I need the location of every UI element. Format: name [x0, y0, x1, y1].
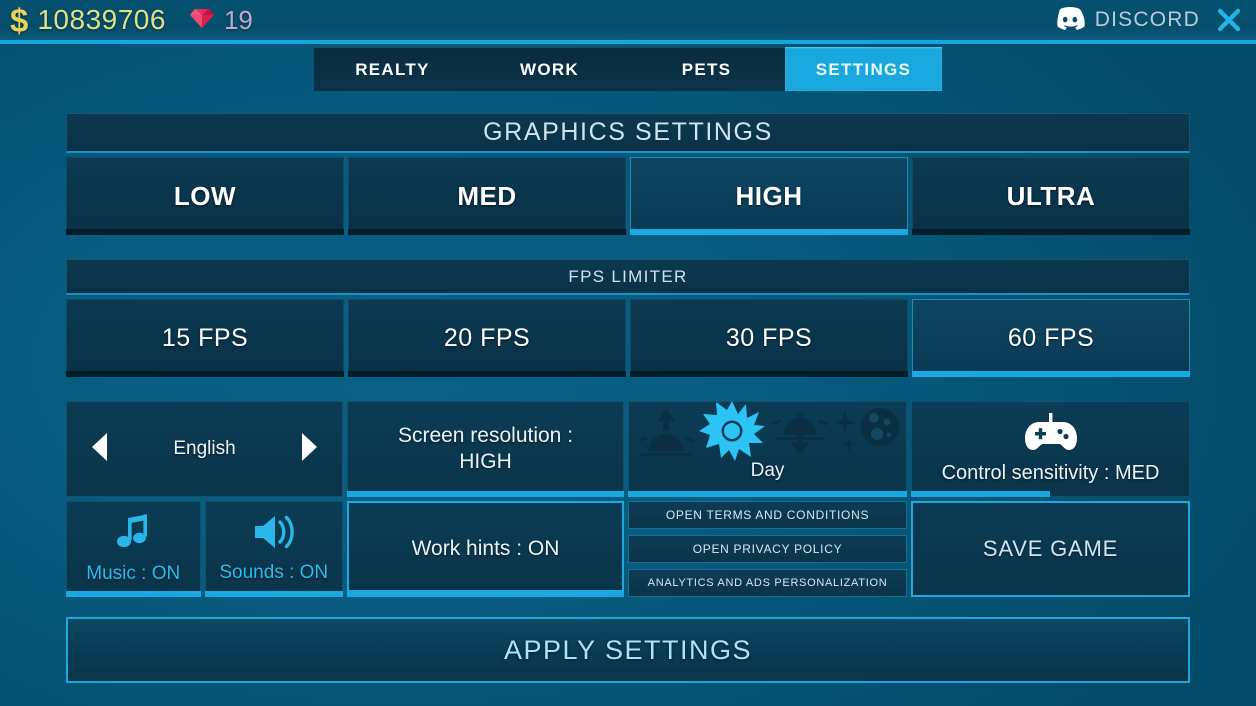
settings-row-bottom: Music : ON Sounds : ON Work hints : ON O…	[66, 501, 1190, 597]
music-note-icon	[114, 513, 152, 556]
close-button[interactable]	[1210, 3, 1248, 37]
fps-limiter-row: 15 FPS 20 FPS 30 FPS 60 FPS	[66, 299, 1190, 377]
top-bar: $ 10839706 19 DISCORD	[0, 0, 1256, 40]
graphics-option-low-label: LOW	[173, 180, 237, 211]
sunrise-icon[interactable]	[635, 405, 697, 462]
apply-settings-button[interactable]: APPLY SETTINGS	[66, 617, 1190, 683]
settings-row-middle: English Screen resolution : HIGH Day Con…	[66, 400, 1190, 497]
music-toggle[interactable]: Music : ON	[66, 501, 201, 597]
fps-option-15[interactable]: 15 FPS	[66, 299, 344, 377]
graphics-option-high-label: HIGH	[735, 180, 803, 211]
graphics-option-med-label: MED	[457, 180, 517, 211]
legal-links-group: OPEN TERMS AND CONDITIONS OPEN PRIVACY P…	[628, 501, 907, 597]
tab-bar: REALTY WORK PETS SETTINGS	[314, 47, 942, 91]
game-settings-screen: $ 10839706 19 DISCORD REALTY WORK PETS S…	[0, 0, 1256, 706]
music-underbar	[66, 591, 201, 597]
tab-settings[interactable]: SETTINGS	[785, 47, 942, 91]
cash-amount: 10839706	[37, 4, 166, 35]
discord-label: DISCORD	[1094, 8, 1200, 31]
daytime-label: Day	[750, 460, 785, 481]
fps-option-30-label: 30 FPS	[725, 323, 813, 352]
moon-night-icon[interactable]	[833, 405, 901, 462]
fps-option-60-label: 60 FPS	[1007, 323, 1095, 352]
screen-resolution-underbar	[347, 491, 624, 497]
daytime-underbar	[628, 491, 907, 497]
graphics-option-med[interactable]: MED	[348, 157, 626, 235]
graphics-option-ultra[interactable]: ULTRA	[912, 157, 1190, 235]
music-toggle-label: Music : ON	[86, 563, 181, 584]
discord-icon	[1053, 5, 1087, 36]
work-hints-toggle[interactable]: Work hints : ON	[347, 501, 625, 597]
sounds-underbar	[204, 591, 344, 597]
sunset-icon[interactable]	[767, 405, 831, 462]
screen-resolution-text: Screen resolution : HIGH	[398, 423, 573, 474]
graphics-option-low[interactable]: LOW	[66, 157, 344, 235]
tab-work[interactable]: WORK	[471, 47, 628, 91]
arrow-right-icon[interactable]	[298, 431, 320, 468]
dollar-icon: $	[10, 1, 29, 39]
graphics-option-ultra-label: ULTRA	[1006, 180, 1096, 211]
fps-option-20[interactable]: 20 FPS	[348, 299, 626, 377]
fps-option-60[interactable]: 60 FPS	[912, 299, 1190, 377]
screen-resolution-button[interactable]: Screen resolution : HIGH	[347, 401, 624, 497]
tab-realty[interactable]: REALTY	[314, 47, 471, 91]
work-hints-underbar	[348, 590, 624, 596]
speaker-icon	[253, 514, 295, 555]
graphics-option-high[interactable]: HIGH	[630, 157, 908, 235]
save-game-button[interactable]: SAVE GAME	[911, 501, 1190, 597]
language-selector[interactable]: English	[66, 401, 343, 497]
sounds-toggle[interactable]: Sounds : ON	[204, 501, 344, 597]
sounds-toggle-label: Sounds : ON	[219, 562, 329, 583]
control-sensitivity-fill-bar	[911, 491, 1050, 497]
close-icon	[1217, 8, 1241, 32]
gem-amount: 19	[223, 4, 253, 35]
fps-option-20-label: 20 FPS	[443, 323, 531, 352]
sun-icon[interactable]	[698, 400, 765, 467]
language-value: English	[173, 438, 236, 459]
settings-panel: GRAPHICS SETTINGS LOW MED HIGH ULTRA FPS…	[66, 113, 1190, 683]
gamepad-icon	[1022, 413, 1080, 460]
gem-icon	[189, 6, 215, 35]
screen-resolution-line1: Screen resolution :	[397, 424, 574, 448]
screen-resolution-line2: HIGH	[459, 450, 512, 473]
analytics-ads-button[interactable]: ANALYTICS AND ADS PERSONALIZATION	[628, 569, 907, 597]
tab-pets[interactable]: PETS	[628, 47, 785, 91]
fps-option-15-label: 15 FPS	[161, 323, 249, 352]
fps-option-30[interactable]: 30 FPS	[630, 299, 908, 377]
arrow-left-icon[interactable]	[89, 431, 111, 468]
work-hints-label: Work hints : ON	[411, 537, 560, 561]
fps-limiter-header: FPS LIMITER	[66, 259, 1190, 295]
control-sensitivity-button[interactable]: Control sensitivity : MED	[911, 401, 1190, 497]
topbar-divider	[0, 40, 1256, 44]
graphics-quality-row: LOW MED HIGH ULTRA	[66, 157, 1190, 235]
discord-button[interactable]: DISCORD	[1053, 0, 1200, 40]
open-privacy-button[interactable]: OPEN PRIVACY POLICY	[628, 535, 907, 563]
save-game-label: SAVE GAME	[982, 535, 1119, 561]
graphics-settings-header: GRAPHICS SETTINGS	[66, 113, 1190, 153]
control-sensitivity-label: Control sensitivity : MED	[941, 462, 1160, 484]
currency-group: $ 10839706 19	[10, 4, 253, 37]
open-terms-button[interactable]: OPEN TERMS AND CONDITIONS	[628, 501, 907, 529]
daytime-icon-row	[635, 400, 901, 462]
daytime-selector[interactable]: Day	[628, 400, 907, 497]
apply-settings-label: APPLY SETTINGS	[503, 634, 753, 665]
